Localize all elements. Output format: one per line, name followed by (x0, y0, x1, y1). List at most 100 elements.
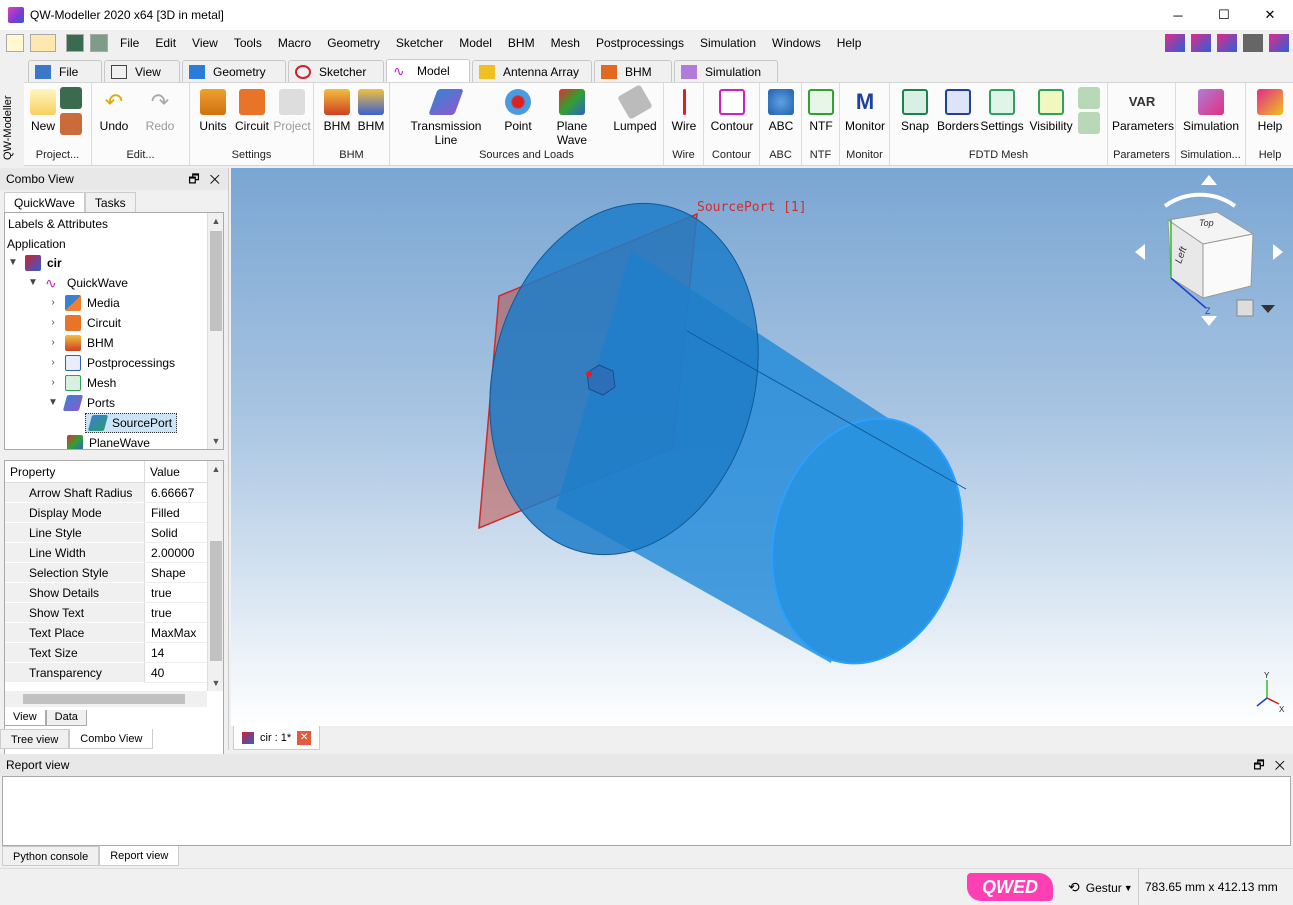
tab-tasks[interactable]: Tasks (84, 192, 136, 212)
property-row[interactable]: Arrow Shaft Radius 6.66667 (5, 483, 207, 503)
scroll-thumb[interactable] (210, 231, 222, 331)
property-row[interactable]: Selection Style Shape (5, 563, 207, 583)
scene-canvas[interactable]: SourcePort [1] Top Left Z Y X (231, 168, 1293, 726)
transmission-line-button[interactable]: Transmission Line (400, 87, 492, 147)
menu-file[interactable]: File (112, 30, 147, 56)
3d-viewport[interactable]: SourcePort [1] Top Left Z Y X (231, 168, 1293, 726)
property-hscrollbar[interactable] (5, 691, 207, 707)
scroll-down-icon[interactable]: ▼ (208, 433, 223, 449)
report-output[interactable] (2, 776, 1291, 846)
borders-button[interactable]: Borders (936, 87, 980, 133)
tree-item-media[interactable]: › Media (47, 293, 120, 313)
expand-icon[interactable]: › (47, 293, 59, 313)
property-row[interactable]: Show Details true (5, 583, 207, 603)
document-tab-cir[interactable]: cir : 1* ✕ (233, 726, 321, 750)
menu-sketcher[interactable]: Sketcher (388, 30, 451, 56)
property-row[interactable]: Text Place MaxMax (5, 623, 207, 643)
menu-help[interactable]: Help (829, 30, 870, 56)
abc-button[interactable]: ABC (764, 87, 798, 133)
tab-data-props[interactable]: Data (45, 710, 87, 726)
close-window-button[interactable]: ✕ (1247, 0, 1293, 30)
property-row[interactable]: Line Width 2.00000 (5, 543, 207, 563)
menu-edit[interactable]: Edit (147, 30, 184, 56)
quick-access-open-icon[interactable] (30, 34, 56, 52)
tab-antenna-array[interactable]: Antenna Array (472, 60, 592, 82)
new-button[interactable]: New (28, 87, 58, 133)
tab-report-view[interactable]: Report view (99, 846, 180, 866)
menu-windows[interactable]: Windows (764, 30, 829, 56)
property-value[interactable]: 2.00000 (145, 543, 207, 563)
mesh-view-toggle-button[interactable] (1078, 87, 1104, 134)
tab-simulation[interactable]: Simulation (674, 60, 778, 82)
bhm-dropdown-button[interactable]: BHM (320, 87, 354, 133)
tree-item-quickwave[interactable]: ▼ ∿ QuickWave (27, 273, 128, 293)
quick-access-save-icon[interactable] (66, 34, 84, 52)
property-value[interactable]: 40 (145, 663, 207, 683)
monitor-button[interactable]: M Monitor (844, 87, 886, 133)
hscroll-thumb[interactable] (23, 694, 185, 704)
nav-arrow-right-icon[interactable] (1273, 244, 1283, 260)
simulation-button[interactable]: Simulation (1180, 87, 1242, 133)
help-button[interactable]: Help (1254, 87, 1286, 133)
value-column-header[interactable]: Value (145, 461, 180, 482)
tree-item-cir[interactable]: ▼ cir (7, 253, 62, 273)
menu-postprocessings[interactable]: Postprocessings (588, 30, 692, 56)
parameters-button[interactable]: VAR Parameters (1112, 87, 1174, 133)
cube-front-face[interactable] (1202, 233, 1254, 299)
property-value[interactable]: Filled (145, 503, 207, 523)
nav-arrow-left-icon[interactable] (1135, 244, 1145, 260)
plane-wave-button[interactable]: Plane Wave (540, 87, 604, 147)
redo-button[interactable]: ↷ Redo (142, 87, 178, 133)
collapse-icon[interactable]: ▼ (27, 273, 39, 293)
expand-icon[interactable]: › (47, 353, 59, 373)
tab-file[interactable]: File (28, 60, 102, 82)
snap-button[interactable]: Snap (896, 87, 934, 133)
navigation-style-selector[interactable]: ⟲ Gesture ▼ (1068, 879, 1133, 896)
property-row[interactable]: Transparency 40 (5, 663, 207, 683)
visibility-button[interactable]: Visibility (1028, 87, 1074, 133)
nav-arrow-up-icon[interactable] (1201, 175, 1217, 185)
qw-tool-1-icon[interactable] (1165, 34, 1185, 52)
close-document-icon[interactable]: ✕ (297, 730, 312, 745)
property-value[interactable]: Solid (145, 523, 207, 543)
circuit-button[interactable]: Circuit (234, 87, 270, 133)
tree-item-circuit[interactable]: › Circuit (47, 313, 121, 333)
minimize-button[interactable]: ─ (1155, 0, 1201, 30)
property-value[interactable]: true (145, 583, 207, 603)
property-row[interactable]: Text Size 14 (5, 643, 207, 663)
close-panel-icon[interactable]: ✕ (1275, 758, 1285, 772)
quick-access-saveas-icon[interactable] (90, 34, 108, 52)
tab-combo-view[interactable]: Combo View (69, 729, 154, 749)
tab-geometry[interactable]: Geometry (182, 60, 286, 82)
menu-tools[interactable]: Tools (226, 30, 270, 56)
tab-bhm[interactable]: BHM (594, 60, 672, 82)
scroll-thumb[interactable] (210, 541, 222, 661)
qwed-icon[interactable] (1269, 34, 1289, 52)
tree-scrollbar[interactable]: ▲ ▼ (207, 213, 223, 449)
property-value[interactable]: MaxMax (145, 623, 207, 643)
project-settings-button[interactable]: Project (272, 87, 312, 133)
tree-item-planewave[interactable]: PlaneWave (67, 433, 150, 449)
property-row[interactable]: Display Mode Filled (5, 503, 207, 523)
units-button[interactable]: Units (196, 87, 230, 133)
contour-button[interactable]: Contour (708, 87, 756, 133)
rotate-arc-icon[interactable] (1163, 192, 1237, 208)
property-value[interactable]: true (145, 603, 207, 623)
scroll-up-icon[interactable]: ▲ (208, 213, 223, 229)
property-row[interactable]: Line Style Solid (5, 523, 207, 543)
tab-python-console[interactable]: Python console (2, 846, 100, 866)
property-row[interactable]: Show Text true (5, 603, 207, 623)
tab-model[interactable]: ∿ Model (386, 59, 470, 82)
property-value[interactable]: Shape (145, 563, 207, 583)
close-panel-icon[interactable]: ✕ (210, 172, 220, 186)
property-scrollbar[interactable]: ▲ ▼ (207, 461, 223, 691)
tab-sketcher[interactable]: Sketcher (288, 60, 384, 82)
lumped-button[interactable]: Lumped (610, 84, 660, 133)
menu-model[interactable]: Model (451, 30, 500, 56)
wire-button[interactable]: Wire (668, 87, 700, 133)
tree-item-sourceport[interactable]: SourcePort (85, 413, 178, 433)
undo-button[interactable]: ↶ Undo (96, 87, 132, 133)
property-value[interactable]: 6.66667 (145, 483, 207, 503)
menu-simulation[interactable]: Simulation (692, 30, 764, 56)
menu-bhm[interactable]: BHM (500, 30, 543, 56)
